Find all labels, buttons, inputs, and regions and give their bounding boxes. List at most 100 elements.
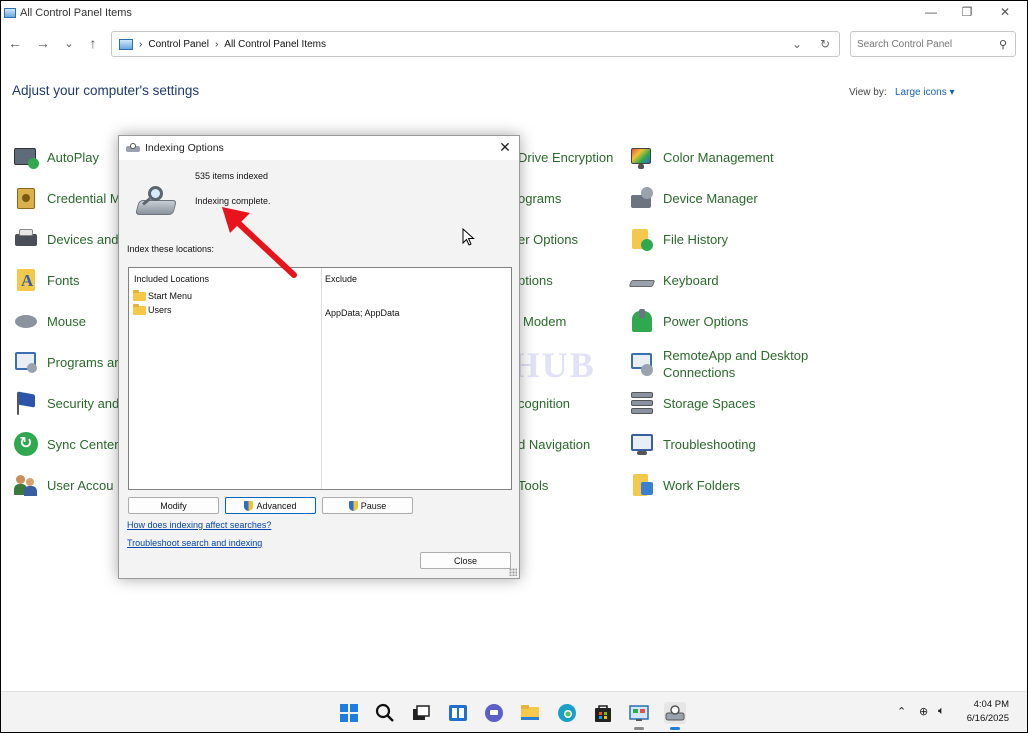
- up-button[interactable]: ↑: [83, 33, 103, 53]
- resize-grip-icon[interactable]: [509, 568, 517, 576]
- cp-item-speech-recognition[interactable]: cognition: [518, 396, 570, 411]
- widgets-icon[interactable]: [447, 702, 469, 724]
- modify-button[interactable]: Modify: [128, 497, 219, 514]
- cp-item-security-and-maintenance[interactable]: Security and: [13, 388, 119, 418]
- edge-icon[interactable]: [556, 702, 578, 724]
- advanced-button-label: Advanced: [256, 500, 297, 511]
- cp-item-autoplay[interactable]: AutoPlay: [13, 142, 99, 172]
- recent-locations-button[interactable]: ⌄: [59, 33, 79, 53]
- work-folders-icon: [629, 472, 655, 498]
- taskbar-clock[interactable]: 4:04 PM 6/16/2025: [967, 698, 1009, 726]
- modify-button-label: Modify: [160, 500, 187, 511]
- fonts-icon: A: [13, 267, 39, 293]
- locations-table[interactable]: Included Locations Exclude Start Menu Us…: [128, 267, 512, 490]
- printer-icon: [13, 226, 39, 252]
- back-button[interactable]: ←: [5, 33, 25, 53]
- cp-item-programs-and-features[interactable]: Programs ar: [13, 347, 119, 377]
- control-panel-taskbar-icon[interactable]: [628, 702, 650, 730]
- minimize-button[interactable]: —: [912, 1, 950, 23]
- chat-icon[interactable]: [483, 702, 505, 724]
- indexing-options-taskbar-icon[interactable]: [664, 702, 686, 730]
- control-panel-icon: [119, 38, 133, 50]
- close-button[interactable]: Close: [420, 552, 511, 569]
- dialog-close-icon[interactable]: ✕: [497, 139, 513, 155]
- breadcrumb-separator-icon: ›: [139, 38, 143, 50]
- close-window-button[interactable]: ✕: [986, 1, 1024, 23]
- dialog-titlebar: Indexing Options ✕: [119, 136, 519, 160]
- volume-icon[interactable]: 🔈︎: [938, 705, 945, 718]
- store-icon[interactable]: [592, 702, 614, 724]
- cp-item-mouse[interactable]: Mouse: [13, 306, 86, 336]
- desktop-screen: All Control Panel Items — ❐ ✕ ← → ⌄ ↑ › …: [1, 1, 1027, 732]
- cp-item-windows-tools[interactable]: Tools: [518, 478, 548, 493]
- credential-manager-icon: [13, 185, 39, 211]
- cp-item-device-manager[interactable]: Device Manager: [629, 183, 758, 213]
- window-titlebar: All Control Panel Items — ❐ ✕: [1, 1, 1027, 25]
- start-icon[interactable]: [338, 702, 360, 724]
- refresh-icon[interactable]: ↻: [811, 37, 839, 51]
- troubleshoot-indexing-link[interactable]: Troubleshoot search and indexing: [127, 538, 262, 548]
- indexing-drive-icon: [134, 184, 178, 220]
- clock-time: 4:04 PM: [973, 699, 1009, 710]
- clock-date: 6/16/2025: [966, 713, 1009, 724]
- control-panel-icon: [4, 8, 16, 18]
- uac-shield-icon: [348, 500, 358, 511]
- forward-button[interactable]: →: [33, 33, 53, 53]
- file-explorer-icon[interactable]: [519, 702, 541, 724]
- cp-item-user-accounts[interactable]: User Accou: [13, 470, 113, 500]
- cp-item-color-management[interactable]: Color Management: [629, 142, 774, 172]
- cp-item-power-options[interactable]: Power Options: [629, 306, 748, 336]
- breadcrumb-separator-icon: ›: [214, 38, 219, 50]
- search-icon[interactable]: [374, 702, 396, 724]
- remoteapp-icon: [629, 351, 655, 377]
- task-view-icon[interactable]: [410, 702, 432, 724]
- cp-item-file-history[interactable]: File History: [629, 224, 728, 254]
- cp-item-remoteapp[interactable]: RemoteApp and Desktop Connections: [629, 347, 823, 381]
- cp-item-bitlocker[interactable]: Drive Encryption: [518, 150, 613, 165]
- indexing-options-dialog: Indexing Options ✕ 535 items indexed Ind…: [118, 135, 520, 579]
- cp-item-work-folders[interactable]: Work Folders: [629, 470, 740, 500]
- cp-item-phone-and-modem[interactable]: Modem: [523, 314, 566, 329]
- table-row[interactable]: Start Menu: [133, 289, 192, 301]
- location-name: Users: [148, 305, 172, 315]
- autoplay-icon: [13, 144, 39, 170]
- index-locations-label: Index these locations:: [127, 244, 215, 254]
- items-indexed-count: 535 items indexed: [195, 171, 269, 181]
- cp-item-explorer-options[interactable]: er Options: [518, 232, 578, 247]
- search-box[interactable]: ⚲: [850, 31, 1016, 57]
- cp-item-tablet-navigation[interactable]: d Navigation: [518, 437, 590, 452]
- pause-button[interactable]: Pause: [322, 497, 413, 514]
- breadcrumb-control-panel[interactable]: Control Panel: [148, 39, 209, 50]
- storage-spaces-icon: [629, 390, 655, 416]
- folder-icon: [133, 289, 146, 301]
- search-input[interactable]: [857, 38, 987, 50]
- color-management-icon: [629, 144, 655, 170]
- cp-item-keyboard[interactable]: Keyboard: [628, 265, 719, 295]
- cp-item-internet-options[interactable]: ptions: [518, 273, 553, 288]
- show-hidden-icons-icon[interactable]: ⌃: [897, 705, 906, 718]
- address-dropdown-icon[interactable]: ⌄: [783, 37, 811, 51]
- cp-item-default-programs[interactable]: ograms: [518, 191, 561, 206]
- cp-item-credential-manager[interactable]: Credential M: [13, 183, 121, 213]
- search-icon[interactable]: ⚲: [999, 38, 1007, 51]
- restore-button[interactable]: ❐: [948, 1, 986, 23]
- how-indexing-affects-link[interactable]: How does indexing affect searches?: [127, 520, 271, 530]
- cp-item-fonts[interactable]: A Fonts: [13, 265, 80, 295]
- breadcrumb-all-items[interactable]: All Control Panel Items: [224, 39, 326, 50]
- column-divider: [321, 268, 322, 489]
- cp-item-troubleshooting[interactable]: Troubleshooting: [629, 429, 756, 459]
- window-title: All Control Panel Items: [20, 7, 132, 19]
- cp-item-storage-spaces[interactable]: Storage Spaces: [629, 388, 756, 418]
- navigation-bar: ← → ⌄ ↑ › Control Panel › All Control Pa…: [1, 29, 1027, 59]
- network-icon[interactable]: ⊕: [919, 705, 928, 718]
- keyboard-icon: [628, 267, 656, 293]
- advanced-button[interactable]: Advanced: [225, 497, 316, 514]
- page-title: Adjust your computer's settings: [12, 83, 200, 98]
- cp-item-sync-center[interactable]: ↻ Sync Center: [13, 429, 119, 459]
- address-bar[interactable]: › Control Panel › All Control Panel Item…: [111, 31, 840, 57]
- dialog-title: Indexing Options: [145, 142, 224, 154]
- uac-shield-icon: [244, 500, 254, 511]
- cp-item-devices-and-printers[interactable]: Devices and: [13, 224, 119, 254]
- table-row[interactable]: Users: [133, 303, 172, 315]
- view-by-dropdown[interactable]: Large icons ▾: [895, 87, 955, 98]
